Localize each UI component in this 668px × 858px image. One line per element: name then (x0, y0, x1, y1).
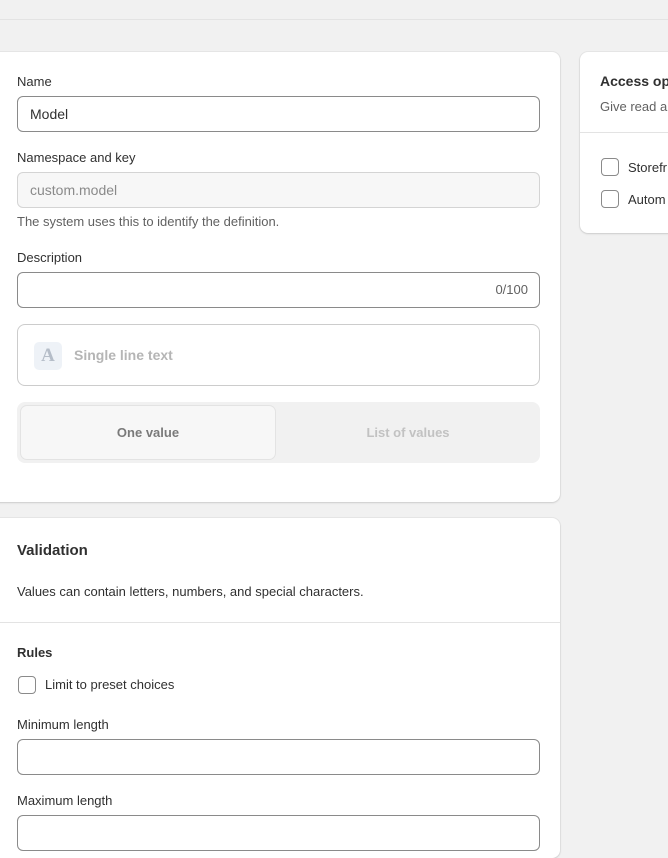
namespace-key-input[interactable]: custom.model (17, 172, 540, 208)
access-options-card: Access op Give read a Storefr Autom (580, 52, 668, 233)
automation-label: Autom (628, 192, 666, 207)
rules-label: Rules (17, 645, 53, 660)
limit-preset-checkbox[interactable] (18, 676, 36, 694)
min-length-label: Minimum length (17, 717, 109, 732)
validation-description: Values can contain letters, numbers, and… (17, 584, 364, 599)
description-label: Description (17, 250, 83, 265)
name-input[interactable]: Model (17, 96, 540, 132)
limit-preset-label: Limit to preset choices (45, 677, 175, 692)
text-type-icon: A (34, 342, 62, 370)
name-label: Name (17, 74, 52, 89)
description-input[interactable]: 0/100 (17, 272, 540, 308)
max-length-input[interactable] (17, 815, 540, 851)
namespace-help-text: The system uses this to identify the def… (17, 214, 280, 229)
access-subtitle: Give read a (600, 99, 668, 114)
storefront-checkbox[interactable] (601, 158, 619, 176)
validation-title: Validation (17, 542, 88, 559)
access-divider (580, 132, 668, 133)
type-selector[interactable]: A Single line text (17, 324, 540, 386)
min-length-input[interactable] (17, 739, 540, 775)
top-bar (0, 0, 668, 20)
definition-card: Name Model Namespace and key custom.mode… (0, 52, 560, 502)
namespace-label: Namespace and key (17, 150, 136, 165)
type-label: Single line text (74, 347, 173, 363)
list-of-values-option[interactable]: List of values (281, 406, 535, 459)
one-value-option[interactable]: One value (21, 406, 275, 459)
storefront-label: Storefr (628, 160, 668, 175)
validation-card: Validation Values can contain letters, n… (0, 518, 560, 858)
validation-divider (0, 622, 560, 623)
access-title: Access op (600, 73, 668, 89)
max-length-label: Maximum length (17, 793, 113, 808)
automation-checkbox[interactable] (601, 190, 619, 208)
description-counter: 0/100 (495, 282, 528, 297)
value-count-toggle: One value List of values (17, 402, 540, 463)
